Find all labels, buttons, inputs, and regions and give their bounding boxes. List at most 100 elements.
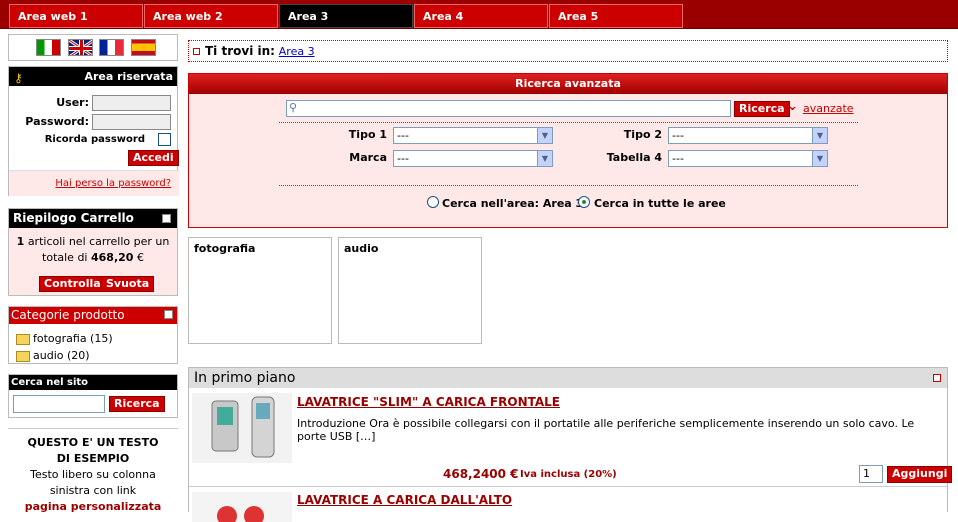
radio-all[interactable] — [578, 196, 590, 208]
select-value: --- — [397, 152, 409, 165]
collapse-icon[interactable] — [933, 374, 941, 382]
tipo1-label: Tipo 1 — [348, 128, 387, 141]
login-button[interactable]: Accedi — [128, 150, 179, 166]
featured-header: In primo piano — [189, 368, 947, 388]
tabella4-select[interactable]: --- ▼ — [668, 150, 828, 167]
bullet-icon — [193, 48, 200, 55]
breadcrumb-prefix: Ti trovi in: — [205, 44, 275, 58]
category-list: fotografia (15) audio (20) — [9, 324, 177, 364]
check-cart-button[interactable]: Controlla — [39, 276, 106, 292]
language-bar — [8, 34, 178, 61]
category-item[interactable]: audio (20) — [16, 347, 177, 364]
sidebar-text-block: QUESTO E' UN TESTO DI ESEMPIO Testo libe… — [8, 428, 178, 515]
product-row: LAVATRICE A CARICA DALL'ALTO — [189, 489, 947, 522]
key-icon: ⚷ — [14, 71, 23, 85]
chevron-down-icon: ▼ — [812, 128, 827, 143]
tipo2-label: Tipo 2 — [623, 128, 662, 141]
cart-title: Riepilogo Carrello — [13, 211, 134, 225]
password-input[interactable] — [92, 114, 171, 130]
site-search-input[interactable] — [13, 395, 105, 413]
product-description: Introduzione Ora è possibile collegarsi … — [297, 417, 915, 443]
chevron-down-icon: ▼ — [812, 151, 827, 166]
select-value: --- — [672, 129, 684, 142]
cart-count: 1 — [16, 235, 25, 248]
categories-header: Categorie prodotto — [9, 307, 177, 324]
collapse-icon[interactable] — [162, 214, 171, 223]
category-label: audio (20) — [33, 349, 90, 362]
chevron-down-icon: ▼ — [537, 151, 552, 166]
chevron-down-icon[interactable]: ⌄ — [787, 99, 798, 114]
remember-label: Ricorda password — [44, 134, 145, 145]
marca-select[interactable]: --- ▼ — [393, 150, 553, 167]
tab-area-4[interactable]: Area 4 — [414, 4, 548, 28]
advanced-search-button[interactable]: Ricerca — [734, 101, 790, 117]
sidebar-text-link[interactable]: pagina personalizzata — [8, 499, 178, 515]
magnifier-icon: ⚲ — [289, 101, 298, 114]
select-value: --- — [397, 129, 409, 142]
user-label: User: — [56, 96, 89, 109]
select-value: --- — [672, 152, 684, 165]
tipo2-select[interactable]: --- ▼ — [668, 127, 828, 144]
advanced-link[interactable]: avanzate — [803, 102, 854, 115]
tipo1-select[interactable]: --- ▼ — [393, 127, 553, 144]
cart-summary: 1 articoli nel carrello per un totale di… — [9, 228, 177, 266]
product-title[interactable]: LAVATRICE "SLIM" A CARICA FRONTALE — [297, 395, 560, 409]
tab-area-web-1[interactable]: Area web 1 — [9, 4, 143, 28]
chevron-down-icon: ▼ — [537, 128, 552, 143]
advanced-search-title: Ricerca avanzata — [189, 74, 947, 94]
category-label: fotografia (15) — [33, 332, 113, 345]
french-flag-icon[interactable] — [99, 39, 124, 56]
product-row: LAVATRICE "SLIM" A CARICA FRONTALE Intro… — [189, 389, 953, 487]
italian-flag-icon[interactable] — [36, 39, 61, 56]
categories-title: Categorie prodotto — [11, 308, 125, 322]
collapse-icon[interactable] — [164, 310, 173, 319]
product-price: 468,2400 € — [443, 467, 519, 481]
folder-icon — [16, 333, 30, 345]
product-image[interactable] — [192, 393, 292, 463]
folder-icon — [16, 350, 30, 362]
cart-total: 468,20 — [91, 251, 134, 264]
category-box-audio[interactable]: audio — [338, 237, 482, 344]
radio-area-label: Cerca nell'area: Area 3 — [442, 197, 584, 210]
featured-section: In primo piano LAVATRICE "SLIM" A CARICA… — [188, 367, 953, 522]
featured-title: In primo piano — [194, 370, 296, 386]
add-to-cart-button[interactable]: Aggiungi — [887, 466, 953, 483]
radio-area[interactable] — [427, 196, 439, 208]
categories-box: Categorie prodotto fotografia (15) audio… — [8, 306, 178, 364]
login-header: ⚷ Area riservata — [9, 67, 177, 86]
product-image[interactable] — [192, 492, 292, 522]
cart-header: Riepilogo Carrello — [9, 209, 177, 228]
flag-list — [36, 39, 159, 56]
tab-area-web-2[interactable]: Area web 2 — [144, 4, 278, 28]
category-item[interactable]: fotografia (15) — [16, 330, 177, 347]
breadcrumb: Ti trovi in: Area 3 — [188, 40, 948, 62]
product-title[interactable]: LAVATRICE A CARICA DALL'ALTO — [297, 493, 512, 507]
remember-checkbox[interactable] — [158, 133, 171, 146]
forgot-password-link[interactable]: Hai perso la password? — [55, 178, 171, 189]
user-input[interactable] — [92, 95, 171, 111]
empty-cart-button[interactable]: Svuota — [101, 276, 155, 292]
advanced-search-input[interactable]: ⚲ — [286, 100, 731, 117]
breadcrumb-link[interactable]: Area 3 — [279, 45, 315, 58]
tab-area-3[interactable]: Area 3 — [279, 4, 413, 28]
site-search-box: Cerca nel sito Ricerca — [8, 374, 178, 418]
cart-currency: € — [136, 251, 144, 264]
quantity-input[interactable]: 1 — [859, 465, 883, 483]
sidebar-text-body: Testo libero su colonna sinistra con lin… — [30, 468, 156, 497]
category-box-label: fotografia — [194, 242, 256, 255]
category-box-fotografia[interactable]: fotografia — [188, 237, 332, 344]
spanish-flag-icon[interactable] — [130, 39, 156, 56]
site-search-button[interactable]: Ricerca — [109, 396, 165, 412]
cart-box: Riepilogo Carrello 1 articoli nel carrel… — [8, 208, 178, 296]
login-title: Area riservata — [84, 70, 173, 83]
advanced-search-panel: Ricerca avanzata ⚲ Ricerca ⌄ avanzate Ti… — [188, 73, 948, 228]
top-nav: Area web 1 Area web 2 Area 3 Area 4 Area… — [0, 0, 958, 29]
radio-all-label: Cerca in tutte le aree — [594, 197, 726, 210]
category-box-label: audio — [344, 242, 379, 255]
uk-flag-icon[interactable] — [67, 39, 93, 56]
tab-area-5[interactable]: Area 5 — [549, 4, 683, 28]
site-search-title: Cerca nel sito — [9, 375, 177, 390]
product-vat-note: Iva inclusa (20%) — [520, 469, 617, 480]
marca-label: Marca — [349, 151, 387, 164]
tabella4-label: Tabella 4 — [606, 151, 662, 164]
